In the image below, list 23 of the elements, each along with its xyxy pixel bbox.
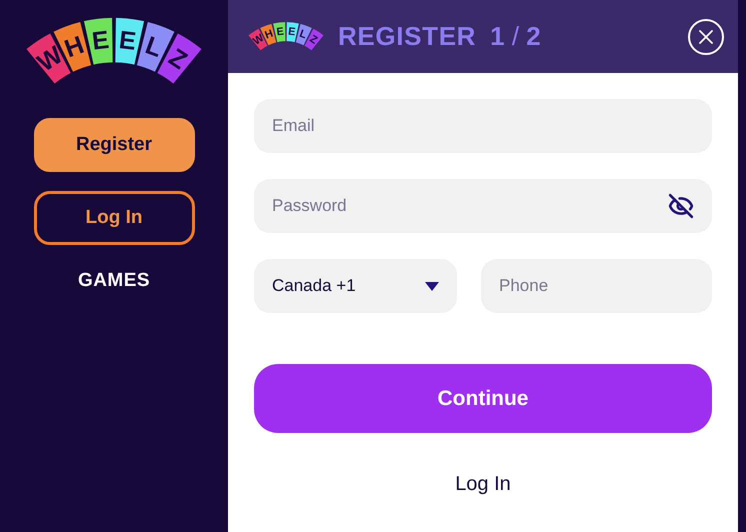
logo-letter: H [60, 30, 88, 64]
logo-letter: L [142, 31, 166, 63]
continue-button[interactable]: Continue [254, 364, 712, 433]
email-field[interactable]: Email [254, 99, 712, 153]
logo-letter: Z [307, 32, 320, 47]
logo-letter: E [90, 26, 110, 56]
password-field[interactable]: Password [254, 179, 712, 233]
logo-letter: E [118, 26, 138, 56]
step-counter: 1 / 2 [490, 20, 541, 53]
logo-letter: L [298, 28, 308, 42]
dropdown-caret-icon [425, 282, 439, 290]
phone-field[interactable]: Phone [481, 259, 712, 313]
login-button[interactable]: Log In [34, 191, 194, 246]
dialog-title: REGISTER [338, 20, 476, 53]
logo-letter: Z [164, 43, 192, 76]
login-link[interactable]: Log In [455, 469, 511, 499]
close-button[interactable] [688, 18, 724, 54]
country-select[interactable]: Canada +1 [254, 259, 457, 313]
hidden-eye-icon[interactable] [668, 193, 694, 219]
logo-letter: E [276, 25, 284, 38]
register-button[interactable]: Register [34, 118, 194, 172]
nav-link[interactable]: GAMES [78, 267, 150, 296]
logo-letter: E [288, 25, 296, 38]
